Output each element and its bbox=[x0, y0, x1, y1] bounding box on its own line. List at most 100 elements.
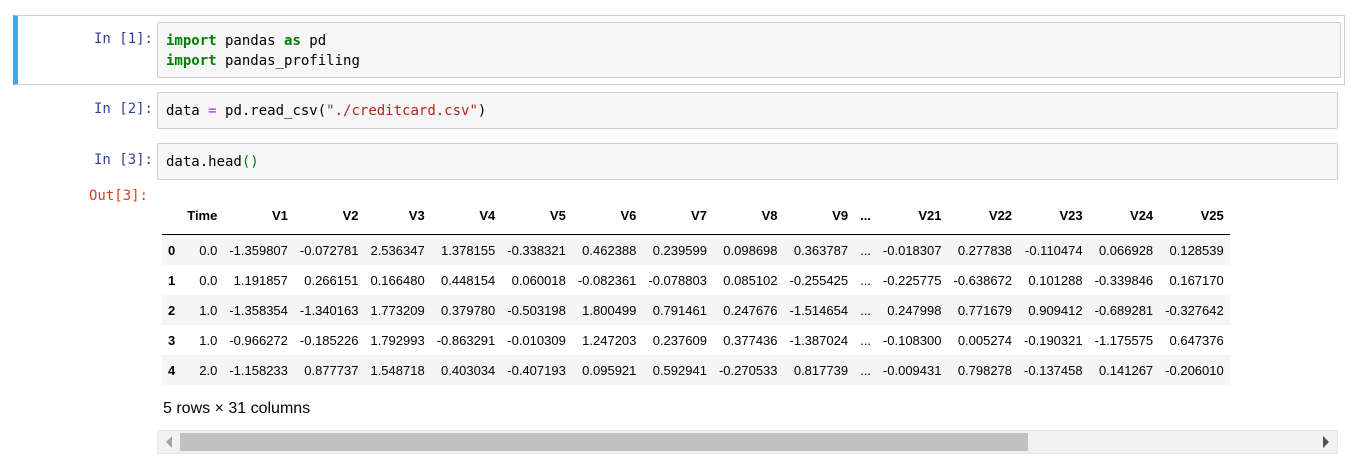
code-input[interactable]: data.head() bbox=[157, 143, 1338, 180]
table-cell: ... bbox=[860, 272, 871, 288]
table-cell: 0.095921 bbox=[582, 362, 637, 378]
table-row: 1 0.0 1.191857 0.266151 0.166480 0.448154 0.06… bbox=[162, 265, 1230, 295]
table-cell: -0.009431 bbox=[882, 362, 942, 378]
code-cell-3[interactable]: In [3]: data.head() bbox=[13, 141, 1345, 181]
column-header: V21 bbox=[876, 196, 948, 235]
column-header: V5 bbox=[501, 196, 572, 235]
table-cell: 0.098698 bbox=[723, 242, 778, 258]
table-cell: -0.185226 bbox=[299, 332, 359, 348]
table-cell: -0.018307 bbox=[882, 242, 942, 258]
column-header: V7 bbox=[642, 196, 713, 235]
row-index: 2 bbox=[168, 302, 176, 318]
table-cell: -0.082361 bbox=[577, 272, 637, 288]
table-cell: 0.085102 bbox=[723, 272, 778, 288]
table-cell: ... bbox=[860, 362, 871, 378]
table-cell: -0.078803 bbox=[648, 272, 707, 288]
table-cell: -0.010309 bbox=[507, 332, 566, 348]
code-token: data bbox=[166, 103, 209, 119]
table-cell: 0.363787 bbox=[793, 242, 849, 258]
scroll-left-arrow-icon[interactable] bbox=[166, 436, 172, 448]
scrollbar-thumb[interactable] bbox=[180, 433, 1028, 451]
code-line: import pandas as pd bbox=[166, 31, 1332, 51]
table-cell: -0.407193 bbox=[507, 362, 566, 378]
code-line: data.head() bbox=[166, 152, 1329, 172]
column-header: V2 bbox=[293, 196, 365, 235]
table-cell: 0.239599 bbox=[652, 242, 707, 258]
table-cell: 0.247998 bbox=[887, 302, 942, 318]
output-prompt: Out[3]: bbox=[88, 188, 148, 204]
horizontal-scrollbar[interactable] bbox=[157, 430, 1338, 454]
table-cell: 0.005274 bbox=[957, 332, 1013, 348]
table-cell: 0.877737 bbox=[304, 362, 359, 378]
table-cell: -1.387024 bbox=[789, 332, 849, 348]
code-token: as bbox=[284, 33, 301, 49]
table-cell: 0.791461 bbox=[652, 302, 707, 318]
table-cell: -0.503198 bbox=[507, 302, 566, 318]
code-token: import bbox=[166, 53, 217, 69]
table-cell: 0.101288 bbox=[1028, 272, 1083, 288]
code-cell-2[interactable]: In [2]: data = pd.read_csv("./creditcard… bbox=[13, 90, 1345, 130]
dataframe-output: Time V1 V2 V3 V4 V5 V6 V7 V8 V9... V21 V22 V23 V24 V25… bbox=[162, 196, 1309, 386]
table-cell: 0.592941 bbox=[652, 362, 707, 378]
table-cell: 1.0 bbox=[199, 302, 218, 318]
table-cell: -0.327642 bbox=[1165, 302, 1224, 318]
table-cell: -0.190321 bbox=[1024, 332, 1083, 348]
table-cell: 0.798278 bbox=[957, 362, 1013, 378]
table-cell: 0.403034 bbox=[441, 362, 496, 378]
dataframe-table: Time V1 V2 V3 V4 V5 V6 V7 V8 V9... V21 V22 V23 V24 V25… bbox=[162, 196, 1230, 385]
table-cell: -0.689281 bbox=[1094, 302, 1154, 318]
table-cell: -0.638672 bbox=[953, 272, 1013, 288]
table-cell: -0.339846 bbox=[1094, 272, 1154, 288]
table-cell: 0.771679 bbox=[957, 302, 1013, 318]
column-header bbox=[162, 196, 182, 235]
table-cell: 0.128539 bbox=[1169, 242, 1224, 258]
table-cell: 0.379780 bbox=[441, 302, 496, 318]
table-cell: -0.270533 bbox=[718, 362, 778, 378]
code-input[interactable]: import pandas as pd import pandas_profili… bbox=[157, 22, 1341, 78]
row-index: 1 bbox=[168, 272, 176, 288]
table-cell: 0.0 bbox=[199, 242, 218, 258]
table-cell: -1.175575 bbox=[1094, 332, 1154, 348]
table-cell: 0.277838 bbox=[957, 242, 1013, 258]
table-cell: ... bbox=[860, 302, 871, 318]
table-cell: -0.072781 bbox=[299, 242, 359, 258]
code-token: import bbox=[166, 33, 217, 49]
table-cell: 0.448154 bbox=[441, 272, 496, 288]
code-cell-1[interactable]: In [1]: import pandas as pd import pandas… bbox=[13, 15, 1345, 85]
code-line: import pandas_profiling bbox=[166, 51, 1332, 71]
table-cell: 0.647376 bbox=[1169, 332, 1224, 348]
table-cell: -0.863291 bbox=[436, 332, 496, 348]
table-cell: -1.359807 bbox=[229, 242, 288, 258]
table-cell: -0.966272 bbox=[229, 332, 288, 348]
code-token: pd.read_csv( bbox=[216, 103, 327, 119]
cell-prompt: In [2]: bbox=[93, 101, 153, 117]
table-cell: 1.247203 bbox=[582, 332, 637, 348]
code-token: data.head bbox=[166, 154, 242, 170]
table-cell: -0.137458 bbox=[1024, 362, 1083, 378]
column-header: V8 bbox=[712, 196, 784, 235]
table-cell: 0.060018 bbox=[511, 272, 566, 288]
column-header: V1 bbox=[223, 196, 294, 235]
row-index: 3 bbox=[168, 332, 176, 348]
table-cell: 2.536347 bbox=[370, 242, 425, 258]
code-token: ) bbox=[477, 103, 487, 119]
cell-prompt: In [3]: bbox=[93, 152, 153, 168]
table-cell: 0.166480 bbox=[370, 272, 425, 288]
code-token: = bbox=[208, 103, 217, 119]
dataframe-summary: 5 rows × 31 columns bbox=[163, 400, 311, 417]
column-header: V22 bbox=[947, 196, 1019, 235]
column-header: V4 bbox=[430, 196, 502, 235]
code-token: () bbox=[241, 154, 259, 170]
code-input[interactable]: data = pd.read_csv("./creditcard.csv") bbox=[157, 92, 1338, 129]
table-cell: 1.548718 bbox=[370, 362, 425, 378]
table-cell: -1.358354 bbox=[229, 302, 288, 318]
scroll-right-arrow-icon[interactable] bbox=[1323, 436, 1329, 448]
column-header: V23 bbox=[1018, 196, 1089, 235]
cell-prompt: In [1]: bbox=[93, 31, 153, 47]
column-header: ... bbox=[854, 196, 877, 235]
table-cell: 0.817739 bbox=[793, 362, 849, 378]
column-header: V9 bbox=[783, 196, 855, 235]
table-cell: ... bbox=[860, 332, 871, 348]
table-cell: -0.255425 bbox=[789, 272, 849, 288]
table-cell: 0.377436 bbox=[723, 332, 778, 348]
